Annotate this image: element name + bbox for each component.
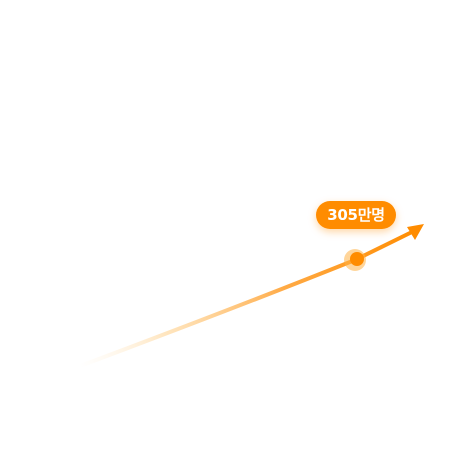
value-badge: 305만명 — [316, 201, 396, 229]
growth-graphic — [78, 224, 424, 368]
data-point-marker-icon — [350, 252, 364, 266]
growth-illustration: 305만명 — [0, 0, 463, 475]
growth-trend-line — [78, 229, 416, 368]
